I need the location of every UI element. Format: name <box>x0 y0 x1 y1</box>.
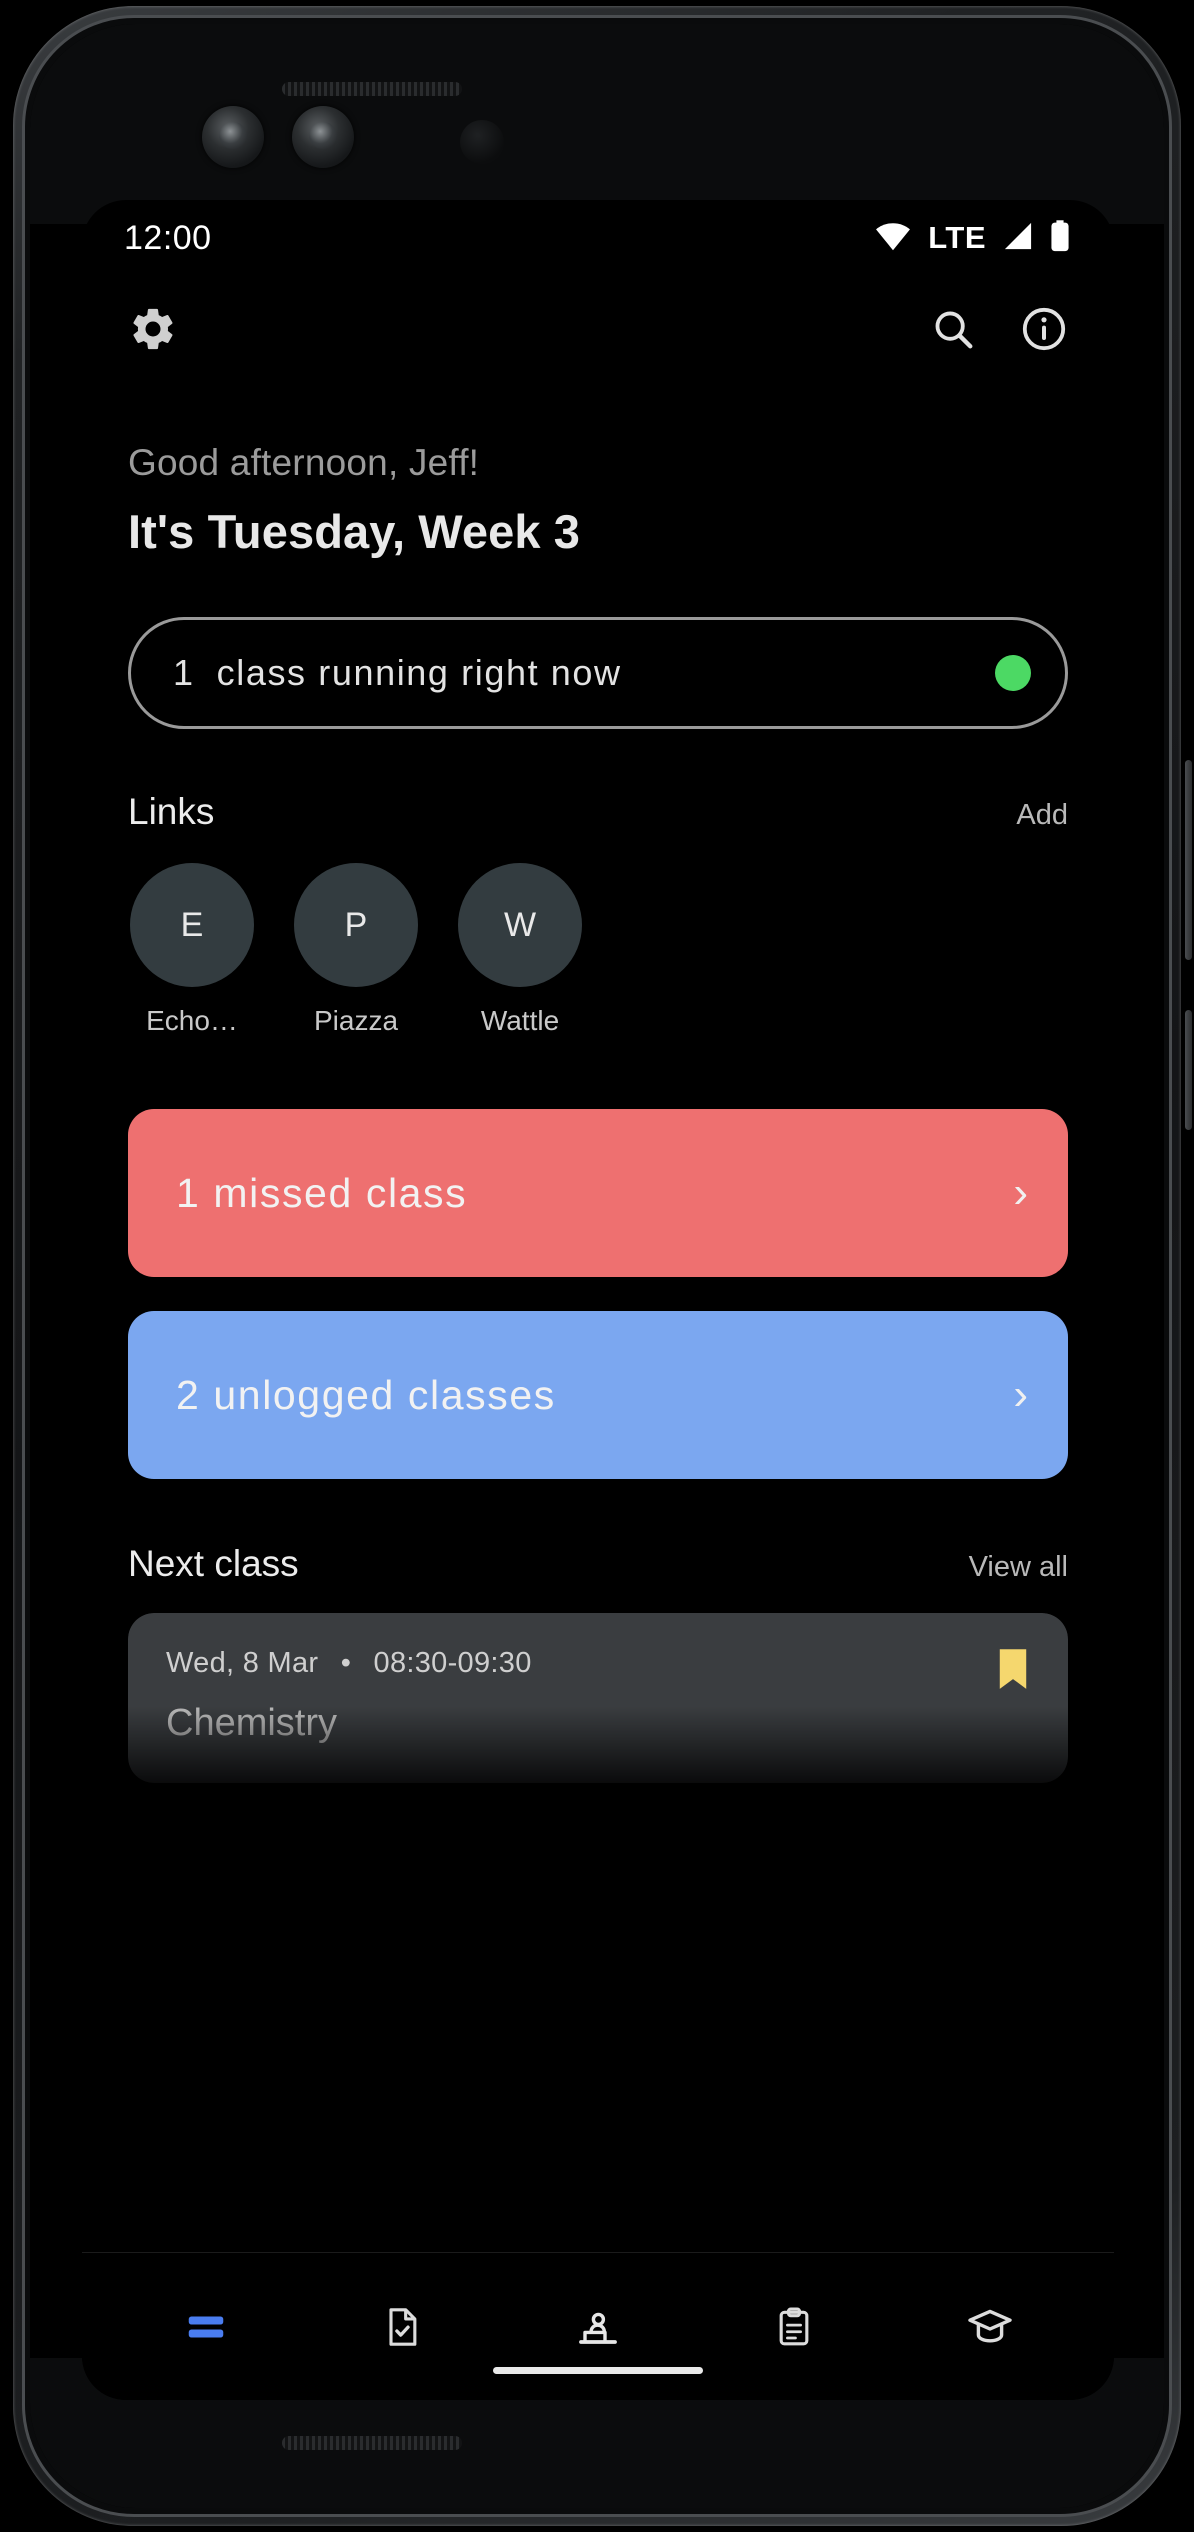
avatar-initial: W <box>503 905 537 944</box>
links-row: E Echo… P Piazza W Wattle <box>128 863 1068 1037</box>
network-type-label: LTE <box>928 220 986 255</box>
running-class-count: 1 <box>173 652 195 693</box>
avatar-initial: P <box>344 905 368 944</box>
battery-icon <box>1050 219 1070 257</box>
nav-item-timetable[interactable] <box>543 2277 653 2377</box>
missed-class-card[interactable]: 1 missed class › <box>128 1109 1068 1277</box>
main-content: Good afternoon, Jeff! It's Tuesday, Week… <box>82 442 1114 1783</box>
chevron-right-icon: › <box>1013 1370 1028 1419</box>
link-label: Piazza <box>313 1005 399 1036</box>
class-time: 08:30-09:30 <box>373 1647 532 1679</box>
class-meta: Wed, 8 Mar • 08:30-09:30 <box>166 1647 532 1680</box>
link-label: Wattle <box>480 1005 560 1036</box>
unlogged-classes-card[interactable]: 2 unlogged classes › <box>128 1311 1068 1479</box>
next-class-card[interactable]: Wed, 8 Mar • 08:30-09:30 Chemistry <box>128 1613 1068 1783</box>
info-icon[interactable] <box>1020 305 1068 358</box>
links-title: Links <box>128 791 215 832</box>
home-indicator <box>493 2367 703 2374</box>
link-label: Echo… <box>146 1005 238 1036</box>
app-toolbar <box>82 276 1114 386</box>
screenshot-stage: 12:00 LTE Good afternoon, Jeff! It's Tue… <box>0 0 1194 2532</box>
sensor-dot <box>460 120 504 164</box>
running-class-text: 1 class running right now <box>173 652 622 694</box>
avatar: W <box>458 863 582 987</box>
links-section-header: Links Add <box>128 791 1068 833</box>
status-icons: LTE <box>874 219 1070 257</box>
class-name: Chemistry <box>166 1702 338 1744</box>
earpiece-speaker <box>282 82 462 96</box>
bottom-navigation <box>82 2252 1114 2400</box>
nav-item-tasks[interactable] <box>347 2277 457 2377</box>
volume-button[interactable] <box>1185 760 1192 960</box>
unlogged-classes-label: 2 unlogged classes <box>176 1371 556 1418</box>
page-title: It's Tuesday, Week 3 <box>128 505 581 558</box>
signal-icon <box>1002 221 1034 256</box>
wifi-icon <box>874 221 912 256</box>
chevron-right-icon: › <box>1013 1168 1028 1217</box>
status-bar: 12:00 LTE <box>82 200 1114 276</box>
next-class-card-body: Wed, 8 Mar • 08:30-09:30 Chemistry <box>166 1647 532 1745</box>
avatar-initial: E <box>180 905 204 944</box>
avatar: E <box>130 863 254 987</box>
avatar: P <box>294 863 418 987</box>
nav-item-notes[interactable] <box>739 2277 849 2377</box>
phone-screen: 12:00 LTE Good afternoon, Jeff! It's Tue… <box>82 200 1114 2400</box>
greeting-text: Good afternoon, Jeff! <box>128 442 480 483</box>
top-bezel <box>30 24 1164 224</box>
bottom-speaker-grille <box>282 2436 462 2450</box>
search-icon[interactable] <box>930 306 976 357</box>
camera-lens-1 <box>202 106 264 168</box>
toolbar-actions <box>930 305 1068 358</box>
gear-icon[interactable] <box>128 304 178 359</box>
power-button[interactable] <box>1185 1010 1192 1130</box>
link-item[interactable]: W Wattle <box>456 863 584 1037</box>
add-link-button[interactable]: Add <box>1016 799 1068 832</box>
status-time: 12:00 <box>124 218 212 257</box>
camera-lens-2 <box>292 106 354 168</box>
nav-item-grades[interactable] <box>935 2277 1045 2377</box>
meta-separator: • <box>340 1647 352 1679</box>
status-indicator-dot <box>995 655 1031 691</box>
running-class-pill[interactable]: 1 class running right now <box>128 617 1068 729</box>
nav-item-dashboard[interactable] <box>151 2277 261 2377</box>
running-class-label: class running right now <box>216 652 622 693</box>
missed-class-label: 1 missed class <box>176 1169 468 1216</box>
next-class-section-header: Next class View all <box>128 1543 1068 1585</box>
link-item[interactable]: P Piazza <box>292 863 420 1037</box>
link-item[interactable]: E Echo… <box>128 863 256 1037</box>
view-all-button[interactable]: View all <box>969 1551 1068 1584</box>
next-class-title: Next class <box>128 1543 299 1584</box>
bookmark-icon[interactable] <box>996 1647 1030 1691</box>
class-date: Wed, 8 Mar <box>166 1647 319 1679</box>
phone-body: 12:00 LTE Good afternoon, Jeff! It's Tue… <box>30 24 1164 2508</box>
